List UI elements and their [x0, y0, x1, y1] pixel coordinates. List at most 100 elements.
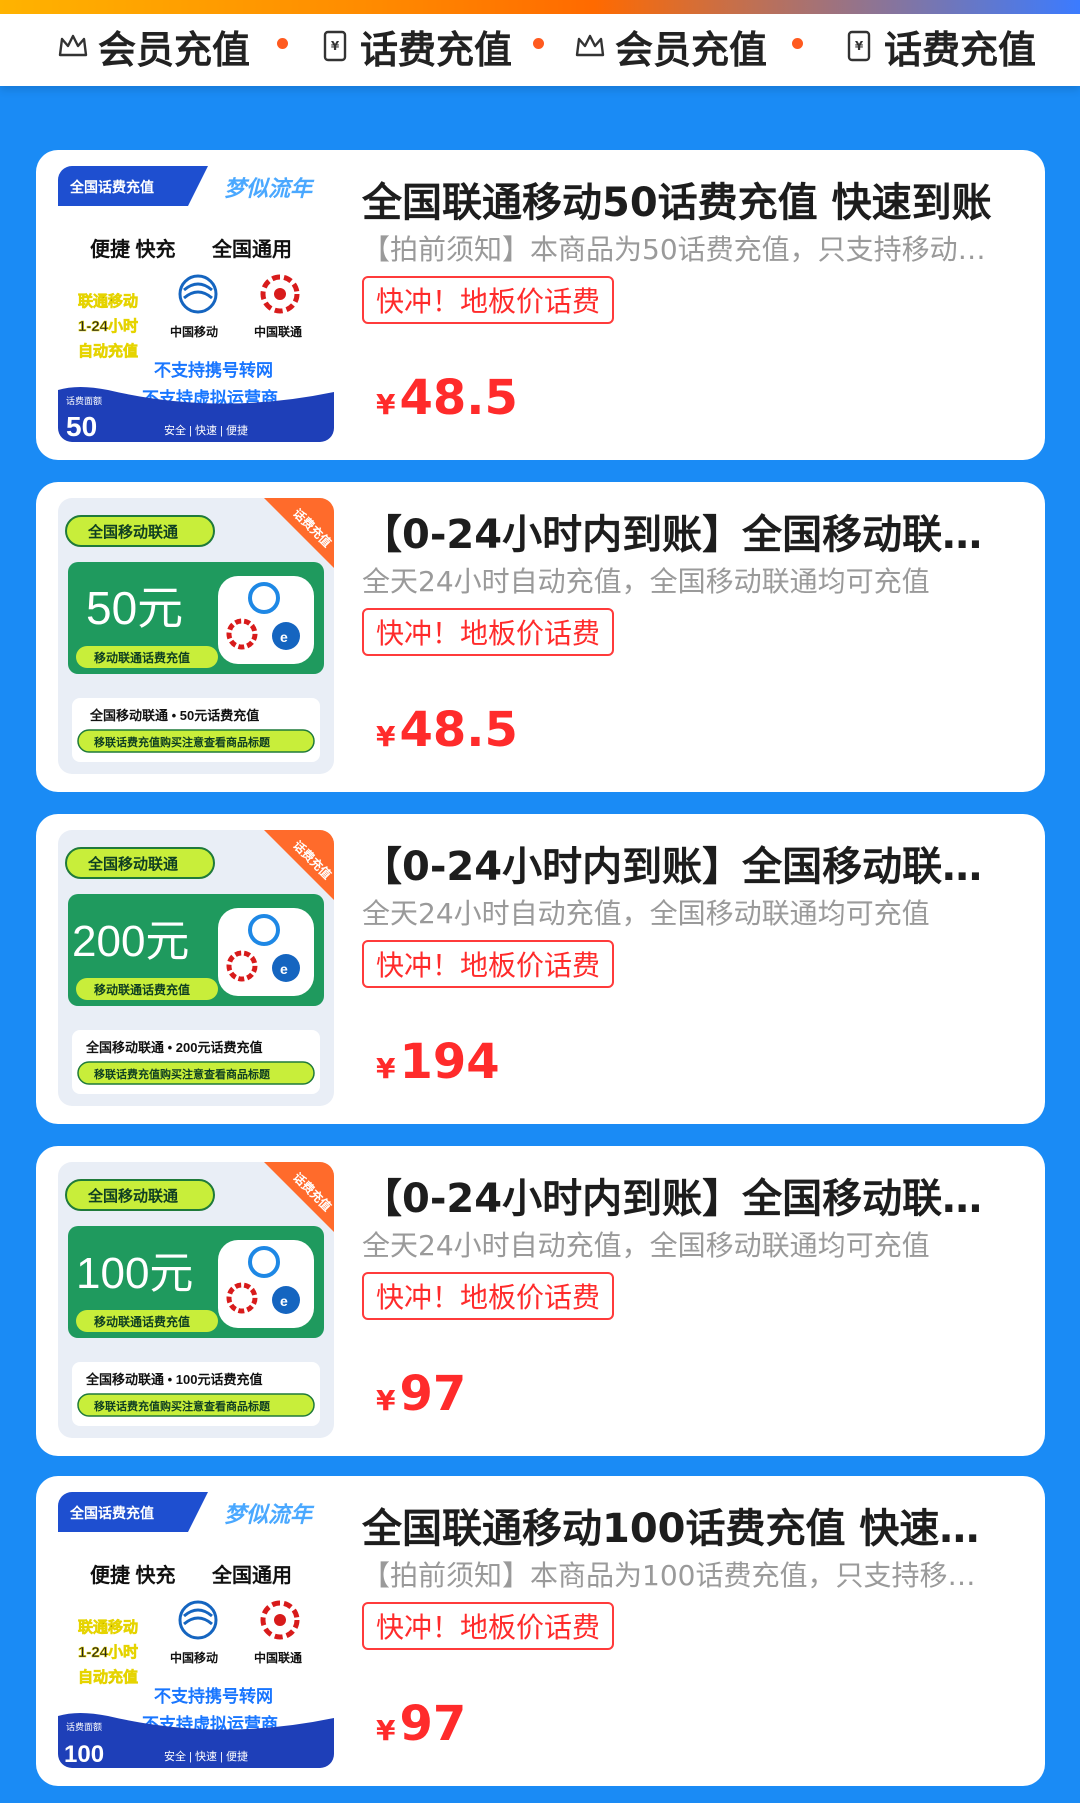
tab-label: 会员充值: [615, 27, 768, 72]
promo-tag: 快冲！地板价话费: [362, 1602, 615, 1650]
thumb-amount: 50元: [86, 582, 183, 634]
currency-symbol: ¥: [376, 1052, 396, 1085]
crown-icon: [575, 34, 605, 57]
thumb-brand: 梦似流年: [224, 1502, 315, 1527]
svg-text:e: e: [280, 1293, 288, 1309]
svg-text:¥: ¥: [855, 39, 864, 53]
carrier-logos-icon: e: [218, 576, 314, 664]
thumb-amount-label: 话费面额: [66, 395, 102, 406]
svg-text:e: e: [280, 629, 288, 645]
price: ¥48.5: [376, 702, 518, 758]
thumb-sub-pill: 移动联通话费充值: [94, 650, 190, 665]
tab-label: 会员充值: [98, 27, 251, 72]
product-title[interactable]: 全国联通移动100话费充值 快速到账: [362, 1496, 1002, 1554]
product-title[interactable]: 【0-24小时内到账】全国移动联通话费充值: [362, 502, 1002, 560]
product-description: 全天24小时自动充值，全国移动联通均可充值: [362, 897, 930, 930]
thumb-sub-pill: 移动联通话费充值: [94, 982, 190, 997]
thumb-top-left: 全国话费充值: [69, 1505, 154, 1521]
thumb-left-line: 自动充值: [78, 342, 138, 360]
thumb-carrier2: 中国联通: [254, 1650, 302, 1665]
thumb-amount: 100: [64, 1741, 104, 1768]
product-description: 全天24小时自动充值，全国移动联通均可充值: [362, 565, 930, 598]
product-title[interactable]: 【0-24小时内到账】全国移动联通话费充值: [362, 1166, 1002, 1224]
tab-label: 话费充值: [360, 27, 513, 72]
top-banner-strip: [0, 0, 1080, 14]
product-card[interactable]: 全国移动联通 话费充值 50元 移动联通话费充值 e 全国移动联通 • 50元话…: [36, 482, 1045, 792]
thumb-row2: 全国通用: [211, 1563, 292, 1587]
svg-text:e: e: [280, 961, 288, 977]
price: ¥97: [376, 1366, 466, 1422]
thumb-row1: 便捷 快充: [90, 1563, 176, 1587]
product-description: 【拍前须知】本商品为50话费充值，只支持移动联通: [362, 233, 992, 266]
thumb-footer: 安全 | 快速 | 便捷: [164, 423, 248, 437]
phone-bill-icon: ¥: [323, 30, 347, 62]
product-card[interactable]: 全国移动联通 话费充值 200元 移动联通话费充值 e 全国移动联通 • 200…: [36, 814, 1045, 1124]
tab-phone-recharge-2[interactable]: ¥ 话费充值: [842, 18, 1036, 74]
currency-symbol: ¥: [376, 1714, 396, 1747]
thumb-left-line: 1-24小时: [78, 1644, 138, 1661]
thumb-amount: 100元: [76, 1249, 193, 1298]
china-mobile-logo-icon: [178, 1600, 218, 1640]
thumb-brand: 梦似流年: [224, 176, 315, 201]
price: ¥97: [376, 1696, 466, 1752]
thumb-line2: 移联话费充值购买注意查看商品标题: [94, 1067, 271, 1081]
price-value: 48.5: [399, 370, 518, 426]
product-image[interactable]: 全国移动联通 话费充值 100元 移动联通话费充值 e 全国移动联通 • 100…: [58, 1162, 334, 1438]
separator-dot: [277, 38, 288, 49]
product-title[interactable]: 【0-24小时内到账】全国移动联通话费充值: [362, 834, 1002, 892]
thumb-sub-pill: 移动联通话费充值: [94, 1314, 190, 1329]
separator-dot: [533, 38, 544, 49]
thumb-left-line: 1-24小时: [78, 318, 138, 335]
product-image[interactable]: 全国话费充值 梦似流年 便捷 快充 全国通用 联通移动 1-24小时 自动充值 …: [58, 1492, 334, 1768]
thumb-left-line: 联通移动: [78, 1618, 138, 1636]
tab-label: 话费充值: [884, 27, 1037, 72]
thumb-line2: 移联话费充值购买注意查看商品标题: [94, 735, 271, 749]
thumb-line1: 全国移动联通 • 50元话费充值: [89, 708, 259, 723]
price-value: 97: [399, 1366, 467, 1422]
product-title[interactable]: 全国联通移动50话费充值 快速到账: [362, 170, 1002, 228]
price: ¥194: [376, 1034, 500, 1090]
thumb-pill: 全国移动联通: [87, 523, 178, 541]
phone-bill-icon: ¥: [847, 30, 871, 62]
crown-icon: [58, 34, 88, 57]
product-description: 【拍前须知】本商品为100话费充值，只支持移动联通: [362, 1559, 992, 1592]
promo-tag: 快冲！地板价话费: [362, 1272, 615, 1320]
thumb-line1: 全国移动联通 • 100元话费充值: [85, 1372, 262, 1387]
thumb-amount: 50: [66, 411, 97, 442]
currency-symbol: ¥: [376, 1384, 396, 1417]
thumb-left-line: 自动充值: [78, 1668, 138, 1686]
thumb-pill: 全国移动联通: [87, 1187, 178, 1205]
price-value: 97: [399, 1696, 467, 1752]
thumb-pill: 全国移动联通: [87, 855, 178, 873]
carrier-logos-icon: e: [218, 1240, 314, 1328]
thumb-line1: 全国移动联通 • 200元话费充值: [85, 1040, 262, 1055]
price: ¥48.5: [376, 370, 518, 426]
product-card[interactable]: 全国话费充值 梦似流年 便捷 快充 全国通用 联通移动 1-24小时 自动充值 …: [36, 150, 1045, 460]
thumb-note1: 不支持携号转网: [154, 1686, 273, 1706]
thumb-note1: 不支持携号转网: [154, 360, 273, 380]
currency-symbol: ¥: [376, 388, 396, 421]
product-image[interactable]: 全国移动联通 话费充值 200元 移动联通话费充值 e 全国移动联通 • 200…: [58, 830, 334, 1106]
thumb-left-line: 联通移动: [78, 292, 138, 310]
promo-tag: 快冲！地板价话费: [362, 608, 615, 656]
product-image[interactable]: 全国话费充值 梦似流年 便捷 快充 全国通用 联通移动 1-24小时 自动充值 …: [58, 166, 334, 442]
top-tab-bar: 会员充值 ¥ 话费充值 会员充值 ¥ 话费充值: [0, 0, 1080, 86]
thumb-amount-label: 话费面额: [66, 1721, 102, 1732]
svg-text:¥: ¥: [331, 39, 340, 53]
product-card[interactable]: 全国话费充值 梦似流年 便捷 快充 全国通用 联通移动 1-24小时 自动充值 …: [36, 1476, 1045, 1786]
carrier-logos-icon: e: [218, 908, 314, 996]
promo-tag: 快冲！地板价话费: [362, 276, 615, 324]
product-card[interactable]: 全国移动联通 话费充值 100元 移动联通话费充值 e 全国移动联通 • 100…: [36, 1146, 1045, 1456]
product-description: 全天24小时自动充值，全国移动联通均可充值: [362, 1229, 930, 1262]
tab-member-recharge-2[interactable]: 会员充值: [573, 18, 767, 74]
thumb-carrier1: 中国移动: [170, 324, 218, 339]
thumb-footer: 安全 | 快速 | 便捷: [164, 1749, 248, 1763]
tab-phone-recharge-1[interactable]: ¥ 话费充值: [318, 18, 512, 74]
thumb-row1: 便捷 快充: [90, 237, 176, 261]
promo-tag: 快冲！地板价话费: [362, 940, 615, 988]
thumb-carrier1: 中国移动: [170, 1650, 218, 1665]
currency-symbol: ¥: [376, 720, 396, 753]
product-image[interactable]: 全国移动联通 话费充值 50元 移动联通话费充值 e 全国移动联通 • 50元话…: [58, 498, 334, 774]
price-value: 194: [399, 1034, 500, 1090]
tab-member-recharge-1[interactable]: 会员充值: [56, 18, 250, 74]
